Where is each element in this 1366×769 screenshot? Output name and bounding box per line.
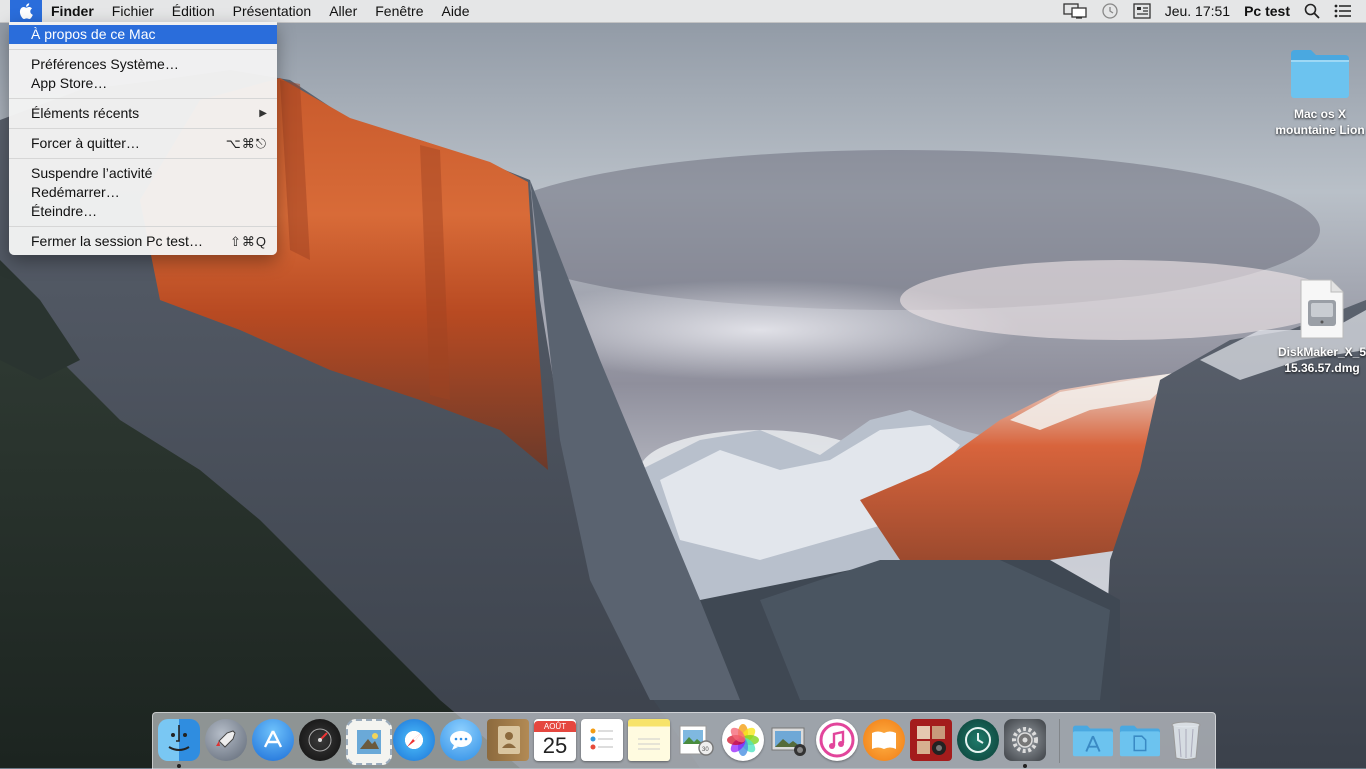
menu-edition[interactable]: Édition [163, 0, 224, 22]
menu-item-about-this-mac[interactable]: À propos de ce Mac [9, 25, 277, 44]
dock: AOÛT 25 30 [152, 712, 1216, 769]
menu-aller[interactable]: Aller [320, 0, 366, 22]
app-store-icon[interactable] [252, 719, 294, 761]
menu-item-label: Éteindre… [31, 203, 98, 219]
menu-item-label: Éléments récents [31, 105, 140, 121]
menu-fichier[interactable]: Fichier [103, 0, 163, 22]
safari-icon[interactable] [393, 719, 435, 761]
menu-item-label: Redémarrer… [31, 184, 120, 200]
menu-separator [9, 98, 277, 99]
desktop-icon-label: DiskMaker_X_5 [1277, 345, 1366, 359]
menu-aide[interactable]: Aide [432, 0, 478, 22]
apple-menu-dropdown: À propos de ce Mac Préférences Système… … [9, 22, 277, 255]
menu-item-force-quit[interactable]: Forcer à quitter… ⌥⌘⎋ [9, 134, 277, 153]
photos-icon[interactable] [722, 719, 764, 761]
menu-finder[interactable]: Finder [42, 0, 103, 22]
documents-folder-icon[interactable] [1118, 719, 1160, 761]
itunes-icon[interactable] [816, 719, 858, 761]
menu-item-recent-items[interactable]: Éléments récents ▶ [9, 104, 277, 123]
time-machine-icon[interactable] [957, 719, 999, 761]
dashboard-icon[interactable] [299, 719, 341, 761]
menu-item-label: Préférences Système… [31, 56, 179, 72]
desktop-folder-mac-os-x[interactable]: Mac os X mountaine Lion [1270, 44, 1366, 138]
desktop-icon-label: mountaine Lion [1275, 123, 1365, 137]
dock-separator [1059, 719, 1060, 763]
menu-item-shutdown[interactable]: Éteindre… [9, 202, 277, 221]
notes-icon[interactable] [628, 719, 670, 761]
desktop-icon-label: Mac os X [1293, 107, 1347, 121]
folder-icon [1291, 50, 1349, 98]
system-preferences-icon[interactable] [1004, 719, 1046, 761]
messages-icon[interactable] [440, 719, 482, 761]
mail-icon[interactable] [346, 719, 392, 765]
running-indicator [177, 764, 181, 768]
calendar-icon[interactable]: AOÛT 25 [534, 719, 576, 761]
desktop-dmg-diskmaker[interactable]: DiskMaker_X_5 15.36.57.dmg [1272, 278, 1366, 376]
menu-separator [9, 158, 277, 159]
menu-item-label: À propos de ce Mac [31, 26, 156, 42]
desktop-icon-label: 15.36.57.dmg [1284, 361, 1360, 375]
menu-item-label: Fermer la session Pc test… [31, 233, 203, 249]
spotlight-search-icon[interactable] [1297, 0, 1327, 22]
svg-text:30: 30 [702, 747, 709, 753]
apple-logo-icon[interactable] [10, 0, 42, 22]
preview-icon[interactable]: 30 [675, 719, 717, 761]
menu-item-restart[interactable]: Redémarrer… [9, 183, 277, 202]
image-capture-icon[interactable] [769, 719, 811, 761]
time-machine-icon[interactable] [1094, 0, 1126, 22]
calendar-day: 25 [542, 732, 568, 758]
menu-bar: Finder Fichier Édition Présentation Alle… [0, 0, 1366, 23]
launchpad-icon[interactable] [205, 719, 247, 761]
menu-item-app-store[interactable]: App Store… [9, 74, 277, 93]
applications-folder-icon[interactable] [1071, 719, 1113, 761]
ibooks-icon[interactable] [863, 719, 905, 761]
disk-image-icon [1300, 279, 1344, 339]
menu-item-system-preferences[interactable]: Préférences Système… [9, 55, 277, 74]
reminders-icon[interactable] [581, 719, 623, 761]
menubar-clock[interactable]: Jeu. 17:51 [1158, 0, 1237, 22]
menu-separator [9, 128, 277, 129]
notification-center-icon[interactable] [1327, 0, 1366, 22]
contacts-icon[interactable] [487, 719, 529, 761]
running-indicator [1023, 764, 1027, 768]
menu-item-log-out[interactable]: Fermer la session Pc test… ⇧⌘Q [9, 232, 277, 251]
input-menu-icon[interactable] [1126, 0, 1158, 22]
menu-separator [9, 226, 277, 227]
calendar-month: AOÛT [534, 720, 576, 732]
menu-item-label: App Store… [31, 75, 108, 91]
menu-item-label: Forcer à quitter… [31, 135, 140, 151]
submenu-arrow-icon: ▶ [259, 108, 267, 119]
menu-separator [9, 49, 277, 50]
keyboard-shortcut: ⌥⌘⎋ [225, 136, 267, 151]
menu-item-sleep[interactable]: Suspendre l’activité [9, 164, 277, 183]
photo-booth-icon[interactable] [910, 719, 952, 761]
menubar-user[interactable]: Pc test [1237, 0, 1297, 22]
menu-item-label: Suspendre l’activité [31, 165, 153, 181]
menu-presentation[interactable]: Présentation [224, 0, 321, 22]
finder-icon[interactable] [158, 719, 200, 761]
airplay-display-icon[interactable] [1056, 0, 1094, 22]
keyboard-shortcut: ⇧⌘Q [229, 234, 267, 249]
menu-fenetre[interactable]: Fenêtre [366, 0, 432, 22]
trash-icon[interactable] [1165, 719, 1207, 761]
